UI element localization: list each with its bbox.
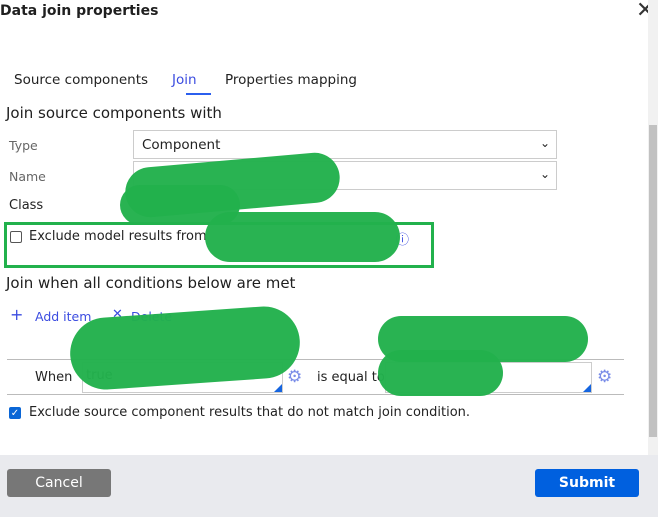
divider bbox=[7, 394, 624, 395]
type-value: Component bbox=[142, 137, 221, 153]
exclude-model-label: Exclude model results from bbox=[29, 229, 207, 244]
submit-button[interactable]: Submit bbox=[535, 469, 639, 497]
redaction-mark bbox=[205, 212, 400, 262]
gear-icon[interactable]: ⚙ bbox=[597, 367, 612, 387]
class-label: Class bbox=[9, 198, 44, 213]
plus-icon[interactable]: + bbox=[10, 307, 23, 323]
cancel-button[interactable]: Cancel bbox=[7, 469, 111, 497]
tab-join[interactable]: Join bbox=[172, 72, 197, 88]
chevron-down-icon: ⌄ bbox=[539, 167, 550, 181]
chevron-down-icon: ⌄ bbox=[539, 136, 550, 150]
conditions-heading: Join when all conditions below are met bbox=[6, 274, 296, 292]
tab-source-components[interactable]: Source components bbox=[14, 72, 148, 88]
redaction-mark bbox=[378, 350, 503, 396]
tab-properties-mapping[interactable]: Properties mapping bbox=[225, 72, 357, 88]
when-label: When bbox=[35, 370, 73, 385]
type-select[interactable]: Component ⌄ bbox=[133, 130, 557, 159]
add-item-link[interactable]: Add item bbox=[35, 309, 91, 324]
name-label: Name bbox=[9, 169, 46, 184]
operator-label: is equal to bbox=[317, 370, 385, 385]
exclude-model-checkbox[interactable] bbox=[10, 231, 22, 243]
exclude-nonmatching-label: Exclude source component results that do… bbox=[29, 405, 471, 420]
active-tab-indicator bbox=[186, 93, 211, 95]
join-source-heading: Join source components with bbox=[6, 104, 222, 122]
exclude-nonmatching-checkbox[interactable]: ✓ bbox=[9, 407, 21, 419]
gear-icon[interactable]: ⚙ bbox=[287, 367, 302, 387]
scrollbar-thumb[interactable] bbox=[649, 125, 657, 437]
type-label: Type bbox=[9, 138, 38, 153]
dialog-title: Data join properties bbox=[0, 3, 159, 19]
